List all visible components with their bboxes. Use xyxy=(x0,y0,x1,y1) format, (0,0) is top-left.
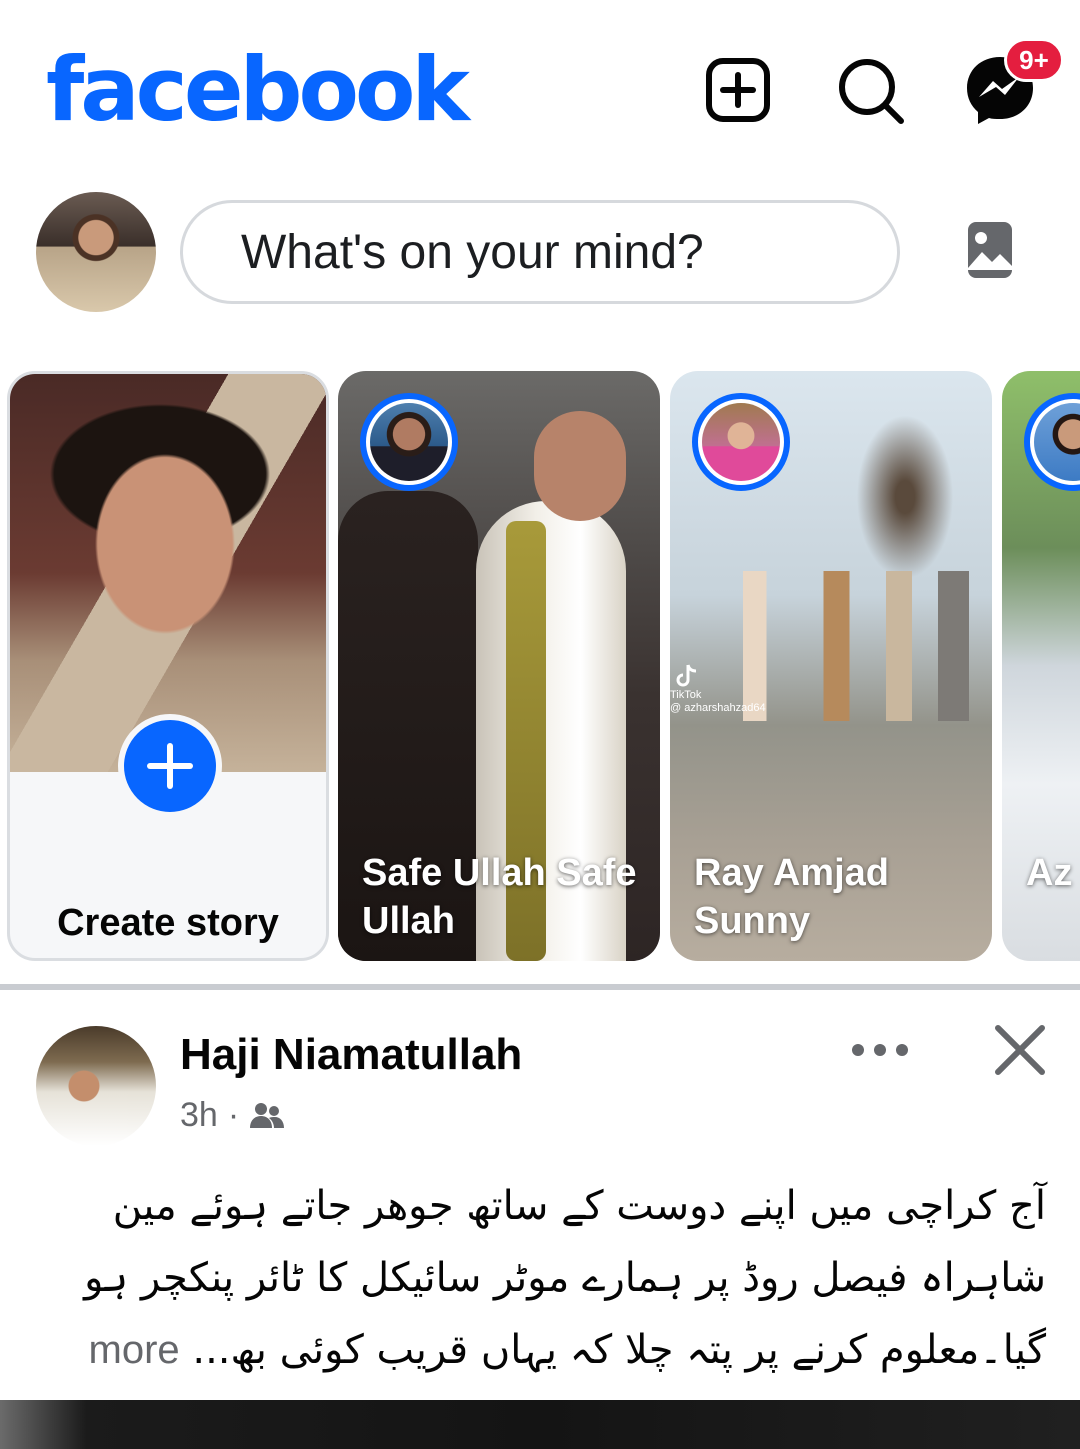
more-horizontal-icon xyxy=(852,1044,908,1056)
status-composer-input[interactable]: What's on your mind? xyxy=(180,200,900,304)
create-story-card[interactable]: Create story xyxy=(7,371,329,961)
close-icon xyxy=(995,1025,1045,1075)
story-author-name: Safe Ullah Safe Ullah xyxy=(362,852,637,942)
top-bar: facebook 9+ xyxy=(0,0,1080,170)
story-avatar xyxy=(1024,393,1080,491)
hide-post-button[interactable] xyxy=(990,1020,1050,1080)
post-body: آج کراچی میں اپنے دوست کے ساتھ جوھر جاتے… xyxy=(56,1170,1046,1386)
stories-tray[interactable]: Create story Safe Ullah Safe Ullah TikTo… xyxy=(0,368,1080,964)
search-button[interactable] xyxy=(832,52,908,128)
tiktok-watermark: TikTok @ azharshahzad64 xyxy=(670,663,766,715)
story-card[interactable]: Safe Ullah Safe Ullah xyxy=(338,371,660,961)
post-media[interactable] xyxy=(0,1400,1080,1449)
section-divider xyxy=(0,984,1080,990)
friends-icon xyxy=(250,1102,285,1128)
post-timestamp[interactable]: 3h xyxy=(180,1096,218,1135)
story-card[interactable]: TikTok @ azharshahzad64 Ray Amjad Sunny xyxy=(670,371,992,961)
story-author-name: Az xyxy=(1026,852,1073,894)
facebook-logo[interactable]: facebook xyxy=(46,38,470,141)
messenger-badge: 9+ xyxy=(1004,38,1064,82)
story-photo-head xyxy=(534,411,626,521)
post-author-avatar[interactable] xyxy=(36,1026,156,1146)
story-avatar xyxy=(360,393,458,491)
create-button[interactable] xyxy=(700,52,776,128)
story-card[interactable]: Az xyxy=(1002,371,1080,961)
tiktok-icon xyxy=(676,664,697,687)
story-author-name: Ray Amjad Sunny xyxy=(694,852,889,942)
post-options-button[interactable] xyxy=(848,1024,912,1076)
meta-separator: · xyxy=(227,1096,240,1134)
post-author-name[interactable]: Haji Niamatullah xyxy=(180,1030,522,1080)
avatar-image xyxy=(370,403,448,481)
story-avatar xyxy=(692,393,790,491)
search-icon xyxy=(839,59,904,124)
post-ellipsis: ... xyxy=(179,1327,231,1373)
create-story-plus-button[interactable] xyxy=(118,714,222,818)
tiktok-watermark-text: TikTok @ azharshahzad64 xyxy=(670,689,766,714)
plus-square-icon xyxy=(706,58,770,122)
create-story-label: Create story xyxy=(57,902,279,944)
avatar-image xyxy=(1034,403,1080,481)
avatar-image xyxy=(702,403,780,481)
photo-icon xyxy=(968,222,1012,278)
see-more-link[interactable]: more xyxy=(89,1328,180,1372)
post-meta: 3h · xyxy=(180,1096,285,1135)
profile-avatar[interactable] xyxy=(36,192,156,312)
story-photo-people xyxy=(730,571,990,721)
photo-button[interactable] xyxy=(958,216,1022,284)
plus-icon xyxy=(147,743,193,789)
create-story-photo xyxy=(10,374,326,772)
